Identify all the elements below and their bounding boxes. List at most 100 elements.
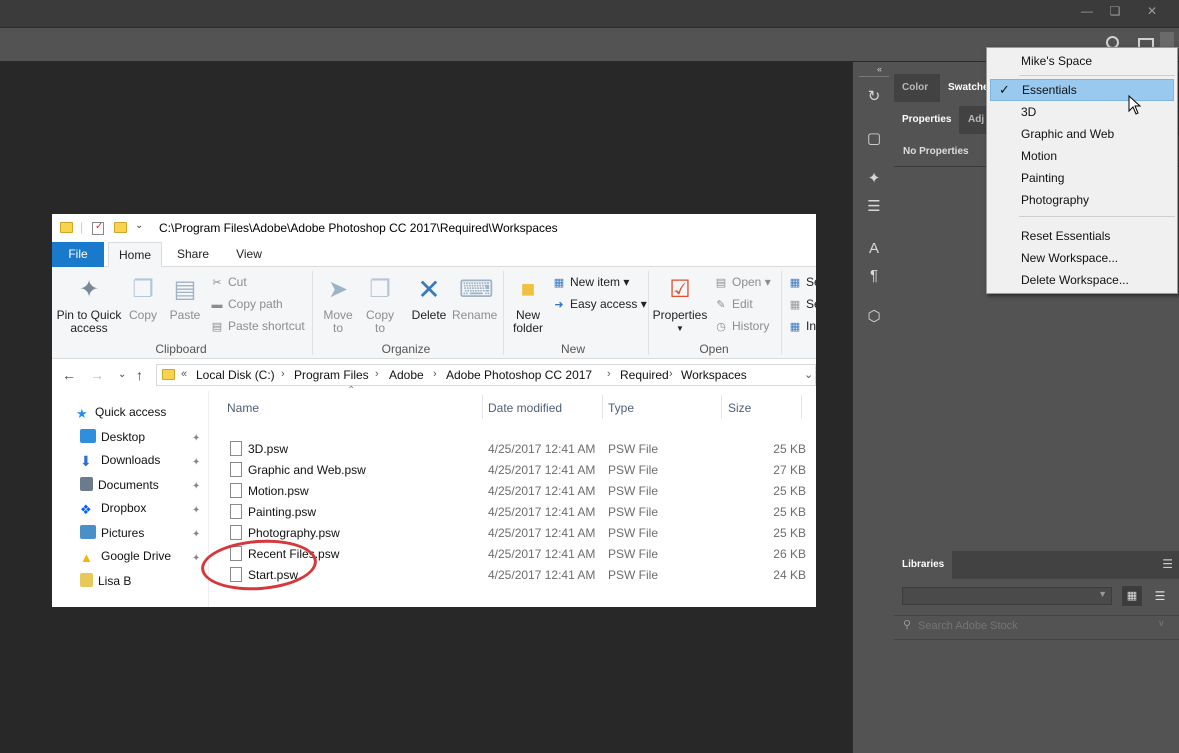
forward-arrow-icon[interactable]: → — [90, 367, 104, 383]
nav-dropbox[interactable]: ❖ Dropbox — [80, 501, 146, 521]
chevron-right-icon[interactable]: › — [607, 368, 611, 380]
tab-view[interactable]: View — [224, 242, 274, 267]
stock-search-input[interactable] — [918, 618, 1158, 634]
pin-icon[interactable]: ✦ — [192, 433, 200, 444]
chevron-right-icon[interactable]: › — [281, 368, 285, 380]
delete-button[interactable]: ✕ Delete — [408, 275, 450, 322]
column-separator[interactable] — [482, 395, 483, 419]
back-arrow-icon[interactable]: ← — [62, 367, 76, 383]
cut-button[interactable]: ✂ Cut — [210, 275, 246, 289]
panel-menu-icon[interactable]: ☰ — [1162, 557, 1173, 571]
copy-to-button[interactable]: ❐ Copy to — [362, 275, 398, 335]
breadcrumb-photoshop[interactable]: Adobe Photoshop CC 2017 — [446, 368, 592, 382]
history-icon[interactable]: ↻ — [863, 86, 885, 108]
delete-workspace-item[interactable]: Delete Workspace... — [990, 269, 1174, 291]
new-folder-quick-icon[interactable] — [114, 222, 127, 233]
column-header-name[interactable]: Name — [227, 401, 259, 415]
table-row[interactable]: Graphic and Web.psw 4/25/2017 12:41 AM P… — [224, 460, 814, 481]
history-button[interactable]: ◷ History — [714, 319, 769, 333]
nav-google-drive[interactable]: ▲ Google Drive — [80, 549, 171, 569]
workspace-item-motion[interactable]: Motion — [990, 145, 1174, 167]
3d-icon[interactable]: ⬡ — [863, 306, 885, 328]
properties-quick-icon[interactable]: ✓ — [92, 221, 104, 235]
list-view-icon[interactable]: ☰ — [1150, 586, 1170, 606]
workspace-item-3d[interactable]: 3D — [990, 101, 1174, 123]
tab-share[interactable]: Share — [166, 242, 220, 267]
table-row[interactable]: Photography.psw 4/25/2017 12:41 AM PSW F… — [224, 523, 814, 544]
workspace-item-painting[interactable]: Painting — [990, 167, 1174, 189]
invert-selection-button[interactable]: ▦ In — [788, 319, 816, 333]
open-button[interactable]: ▤ Open ▾ — [714, 275, 771, 289]
chevron-right-icon[interactable]: › — [375, 368, 379, 380]
tab-file[interactable]: File — [52, 242, 104, 267]
table-row[interactable]: Painting.psw 4/25/2017 12:41 AM PSW File… — [224, 502, 814, 523]
overflow-chevron-icon[interactable]: « — [181, 368, 187, 380]
workspace-item-graphic-and-web[interactable]: Graphic and Web — [990, 123, 1174, 145]
collapse-panels-icon[interactable]: « — [877, 64, 882, 74]
edit-button[interactable]: ✎ Edit — [714, 297, 752, 311]
nav-lisa-b[interactable]: Lisa B — [80, 573, 131, 593]
workspace-item-photography[interactable]: Photography — [990, 189, 1174, 211]
close-icon[interactable]: ✕ — [1139, 2, 1165, 20]
new-item-button[interactable]: ▦ New item ▾ — [552, 275, 630, 289]
new-folder-button[interactable]: ■ New folder — [508, 275, 548, 335]
chevron-down-icon[interactable]: ∨ — [1158, 618, 1165, 629]
new-workspace-item[interactable]: New Workspace... — [990, 247, 1174, 269]
copy-path-button[interactable]: ▬ Copy path — [210, 297, 283, 311]
table-row[interactable]: 3D.psw 4/25/2017 12:41 AM PSW File 25 KB — [224, 439, 814, 460]
properties-button[interactable]: ☑ Properties ▼ — [652, 275, 708, 335]
column-header-type[interactable]: Type — [608, 401, 634, 415]
breadcrumb-adobe[interactable]: Adobe — [389, 368, 424, 382]
nav-desktop[interactable]: Desktop — [80, 429, 145, 449]
chevron-down-icon[interactable]: ⌄ — [804, 368, 813, 381]
select-all-button[interactable]: ▦ Se — [788, 275, 816, 289]
library-select[interactable]: ▼ — [902, 587, 1112, 605]
address-bar[interactable]: « Local Disk (C:) › Program Files › Adob… — [156, 364, 816, 386]
nav-downloads[interactable]: ⬇ Downloads — [80, 453, 160, 473]
workspace-item-essentials[interactable]: ✓ Essentials — [990, 79, 1174, 101]
easy-access-button[interactable]: ➜ Easy access ▾ — [552, 297, 646, 311]
column-separator[interactable] — [602, 395, 603, 419]
customize-quick-access-icon[interactable]: ⌄ — [135, 220, 143, 231]
nav-documents[interactable]: Documents — [80, 477, 159, 497]
move-to-button[interactable]: ➤ Move to — [320, 275, 356, 335]
pin-icon[interactable]: ✦ — [192, 553, 200, 564]
column-separator[interactable] — [721, 395, 722, 419]
clone-source-icon[interactable]: ▢ — [863, 128, 885, 150]
grid-view-icon[interactable]: ▦ — [1122, 586, 1142, 606]
recent-locations-icon[interactable]: ⌄ — [118, 369, 126, 380]
rename-button[interactable]: ⌨ Rename — [452, 275, 497, 322]
pin-icon[interactable]: ✦ — [192, 505, 200, 516]
pin-to-quick-access-button[interactable]: ✦ Pin to Quick access — [56, 275, 122, 335]
tab-properties[interactable]: Properties — [894, 106, 960, 134]
breadcrumb-workspaces[interactable]: Workspaces — [681, 368, 747, 382]
tab-libraries[interactable]: Libraries — [894, 551, 953, 579]
select-none-button[interactable]: ▦ Se — [788, 297, 816, 311]
breadcrumb-local-disk[interactable]: Local Disk (C:) — [196, 368, 275, 382]
nav-pictures[interactable]: Pictures — [80, 525, 144, 545]
column-separator[interactable] — [801, 395, 802, 419]
pin-icon[interactable]: ✦ — [192, 457, 200, 468]
table-row[interactable]: Motion.psw 4/25/2017 12:41 AM PSW File 2… — [224, 481, 814, 502]
breadcrumb-program-files[interactable]: Program Files — [294, 368, 369, 382]
tab-color[interactable]: Color — [894, 74, 936, 102]
brush-presets-icon[interactable]: ✦ — [863, 168, 885, 190]
column-header-date[interactable]: Date modified — [488, 401, 562, 415]
tab-home[interactable]: Home — [108, 242, 162, 268]
pin-icon[interactable]: ✦ — [192, 529, 200, 540]
chevron-right-icon[interactable]: › — [433, 368, 437, 380]
workspace-item-mikes-space[interactable]: Mike's Space — [990, 50, 1174, 72]
reset-workspace-item[interactable]: Reset Essentials — [990, 225, 1174, 247]
nav-quick-access[interactable]: ★ Quick access — [76, 405, 166, 425]
up-arrow-icon[interactable]: ↑ — [136, 367, 143, 383]
character-icon[interactable]: A — [863, 238, 885, 260]
minimize-icon[interactable]: — — [1074, 2, 1100, 20]
brush-settings-icon[interactable]: ☰ — [863, 196, 885, 218]
chevron-right-icon[interactable]: › — [669, 368, 673, 380]
breadcrumb-required[interactable]: Required — [620, 368, 669, 382]
restore-icon[interactable]: ❏ — [1102, 2, 1128, 20]
paragraph-icon[interactable]: ¶ — [863, 265, 885, 287]
pin-icon[interactable]: ✦ — [192, 481, 200, 492]
copy-button[interactable]: ❐ Copy — [126, 275, 160, 322]
paste-shortcut-button[interactable]: ▤ Paste shortcut — [210, 319, 305, 333]
